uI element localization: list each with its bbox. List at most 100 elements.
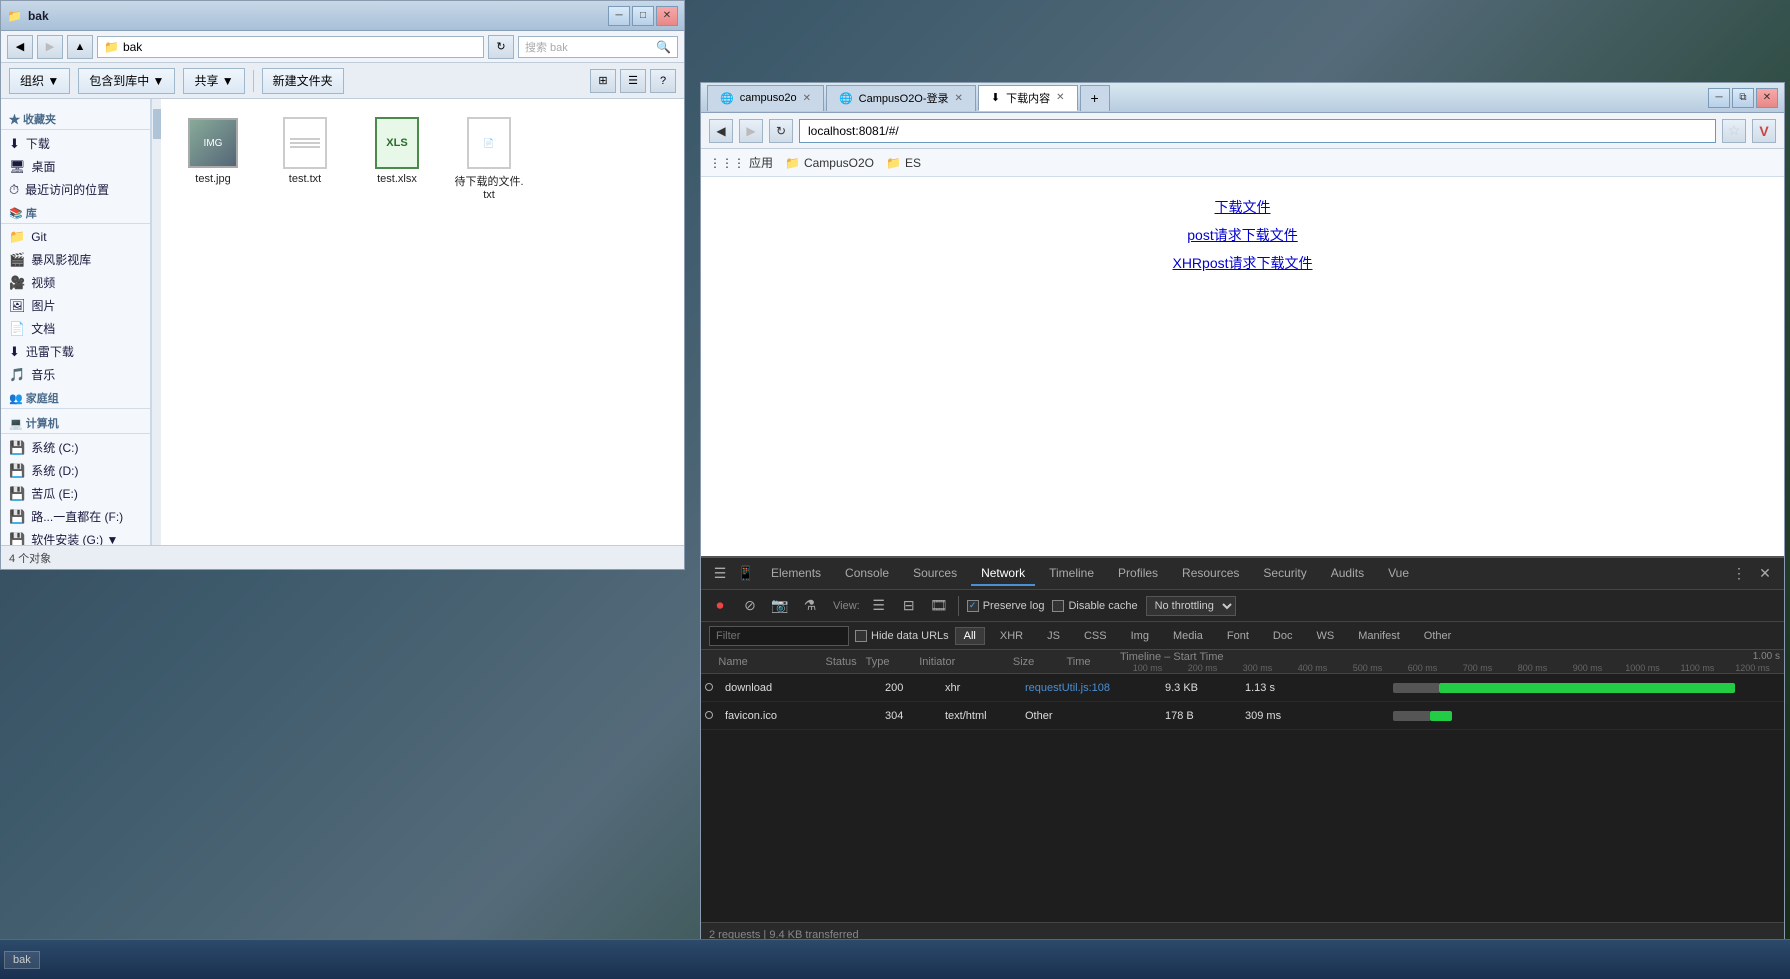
preserve-log-checkbox[interactable] (967, 600, 979, 612)
sidebar-item-f[interactable]: 💾 路...一直都在 (F:) (1, 505, 150, 528)
devtools-tab-console[interactable]: Console (835, 562, 899, 586)
filter-all[interactable]: All (955, 627, 985, 645)
disable-cache-checkbox[interactable] (1052, 600, 1064, 612)
devtools-tab-elements[interactable]: Elements (761, 562, 831, 586)
filter-doc[interactable]: Doc (1264, 627, 1302, 645)
clear-button[interactable]: ⊘ (739, 595, 761, 617)
view-large-button[interactable]: ⊟ (898, 595, 920, 617)
bookmark-campuso2o[interactable]: 📁 CampusO2O (785, 156, 874, 170)
share-button[interactable]: 共享 ▼ (183, 68, 244, 94)
close-button[interactable]: ✕ (656, 6, 678, 26)
tab-downloads[interactable]: ⬇ 下载内容 ✕ (978, 85, 1078, 111)
tab-close-campus1[interactable]: ✕ (803, 93, 811, 104)
filter-js[interactable]: JS (1038, 627, 1069, 645)
bookmark-es[interactable]: 📁 ES (886, 156, 921, 170)
url-bar[interactable]: localhost:8081/#/ (799, 119, 1716, 143)
filter-other[interactable]: Other (1415, 627, 1461, 645)
browser-back-button[interactable]: ◀ (709, 119, 733, 143)
bookmark-apps[interactable]: ⋮⋮⋮ 应用 (709, 154, 773, 171)
vivaldi-menu-button[interactable]: V (1752, 119, 1776, 143)
devtools-tab-security[interactable]: Security (1253, 562, 1316, 586)
tab-close-downloads[interactable]: ✕ (1056, 92, 1064, 103)
refresh-button[interactable]: ↻ (488, 35, 514, 59)
browser-restore-button[interactable]: ⧉ (1732, 88, 1754, 108)
sidebar-item-videos[interactable]: 🎥 视频 (1, 271, 150, 294)
sidebar-item-download[interactable]: ⬇ 下载 (1, 132, 150, 155)
link-post-download[interactable]: post请求下载文件 (1187, 225, 1297, 245)
sidebar-item-recent[interactable]: ⏱ 最近访问的位置 (1, 178, 150, 201)
devtools-tab-vue[interactable]: Vue (1378, 562, 1419, 586)
sidebar-item-xunlei[interactable]: ⬇ 迅雷下载 (1, 340, 150, 363)
sidebar-item-g[interactable]: 💾 软件安装 (G:) ▼ (1, 528, 150, 545)
initiator-link-download[interactable]: requestUtil.js:108 (1025, 682, 1110, 694)
sidebar-label-g: 软件安装 (G:) ▼ (31, 531, 118, 545)
filter-button[interactable]: ⚗ (799, 595, 821, 617)
devtools-inspect-button[interactable]: ☰ (709, 563, 731, 585)
file-item-testjpg[interactable]: IMG test.jpg (173, 111, 253, 205)
devtools-tab-profiles[interactable]: Profiles (1108, 562, 1168, 586)
up-button[interactable]: ▲ (67, 35, 93, 59)
link-download[interactable]: 下载文件 (1215, 197, 1271, 217)
filter-img[interactable]: Img (1122, 627, 1158, 645)
browser-forward-button[interactable]: ▶ (739, 119, 763, 143)
bookmark-star-button[interactable]: ☆ (1722, 119, 1746, 143)
sidebar-item-git[interactable]: 📁 Git (1, 226, 150, 248)
link-xhr-post-download[interactable]: XHRpost请求下载文件 (1172, 253, 1312, 273)
sidebar-item-e[interactable]: 💾 苦瓜 (E:) (1, 482, 150, 505)
hide-data-urls-checkbox[interactable] (855, 630, 867, 642)
help-button[interactable]: ? (650, 69, 676, 93)
sidebar-item-desktop[interactable]: 🖥 桌面 (1, 155, 150, 178)
include-library-button[interactable]: 包含到库中 ▼ (78, 68, 175, 94)
devtools-tab-resources[interactable]: Resources (1172, 562, 1249, 586)
address-input[interactable]: 📁 bak (97, 36, 484, 58)
tab-campus2[interactable]: 🌐 CampusO2O-登录 ✕ (826, 85, 976, 111)
view-list-button[interactable]: ☰ (868, 595, 890, 617)
new-tab-button[interactable]: + (1080, 85, 1110, 111)
search-box[interactable]: 搜索 bak 🔍 (518, 36, 678, 58)
devtools-more-button[interactable]: ⋮ (1728, 563, 1750, 585)
file-item-pending[interactable]: 📄 待下载的文件.txt (449, 111, 529, 205)
forward-button[interactable]: ▶ (37, 35, 63, 59)
browser-refresh-button[interactable]: ↻ (769, 119, 793, 143)
filter-ws[interactable]: WS (1307, 627, 1343, 645)
sidebar-item-documents[interactable]: 📄 文档 (1, 317, 150, 340)
devtools-tab-network[interactable]: Network (971, 562, 1035, 586)
network-filter-input[interactable] (709, 626, 849, 646)
tab-campus1[interactable]: 🌐 campuso2o ✕ (707, 85, 824, 111)
table-row-favicon[interactable]: favicon.ico 304 text/html Other 178 B 30… (701, 702, 1784, 730)
filter-font[interactable]: Font (1218, 627, 1258, 645)
browser-close-button[interactable]: ✕ (1756, 88, 1778, 108)
devtools-tab-sources[interactable]: Sources (903, 562, 967, 586)
minimize-button[interactable]: ─ (608, 6, 630, 26)
view-screenshots-button[interactable]: 🎞 (928, 595, 950, 617)
list-mode-button[interactable]: ☰ (620, 69, 646, 93)
browser-minimize-button[interactable]: ─ (1708, 88, 1730, 108)
devtools-device-button[interactable]: 📱 (735, 563, 757, 585)
back-button[interactable]: ◀ (7, 35, 33, 59)
file-item-testxlsx[interactable]: XLS test.xlsx (357, 111, 437, 205)
sidebar-item-pictures[interactable]: 🖼 图片 (1, 294, 150, 317)
throttle-select[interactable]: No throttling (1146, 596, 1236, 616)
record-button[interactable]: ⏺ (709, 595, 731, 617)
devtools-tab-timeline[interactable]: Timeline (1039, 562, 1104, 586)
camera-button[interactable]: 📷 (769, 595, 791, 617)
sidebar-item-media[interactable]: 🎬 暴风影视库 (1, 248, 150, 271)
filter-xhr[interactable]: XHR (991, 627, 1032, 645)
devtools-close-button[interactable]: ✕ (1754, 563, 1776, 585)
filter-css[interactable]: CSS (1075, 627, 1116, 645)
table-row-download[interactable]: download 200 xhr requestUtil.js:108 9.3 … (701, 674, 1784, 702)
sidebar-item-music[interactable]: 🎵 音乐 (1, 363, 150, 386)
sidebar-item-c[interactable]: 💾 系统 (C:) (1, 436, 150, 459)
organize-button[interactable]: 组织 ▼ (9, 68, 70, 94)
tab-close-campus2[interactable]: ✕ (955, 93, 963, 104)
filter-manifest[interactable]: Manifest (1349, 627, 1409, 645)
taskbar-label[interactable]: bak (4, 951, 40, 969)
view-mode-button[interactable]: ⊞ (590, 69, 616, 93)
new-folder-button[interactable]: 新建文件夹 (262, 68, 344, 94)
maximize-button[interactable]: □ (632, 6, 654, 26)
sidebar-item-d[interactable]: 💾 系统 (D:) (1, 459, 150, 482)
devtools-tab-audits[interactable]: Audits (1321, 562, 1374, 586)
filter-media[interactable]: Media (1164, 627, 1212, 645)
sidebar-scrollbar[interactable] (151, 99, 161, 545)
file-item-testtxt[interactable]: test.txt (265, 111, 345, 205)
